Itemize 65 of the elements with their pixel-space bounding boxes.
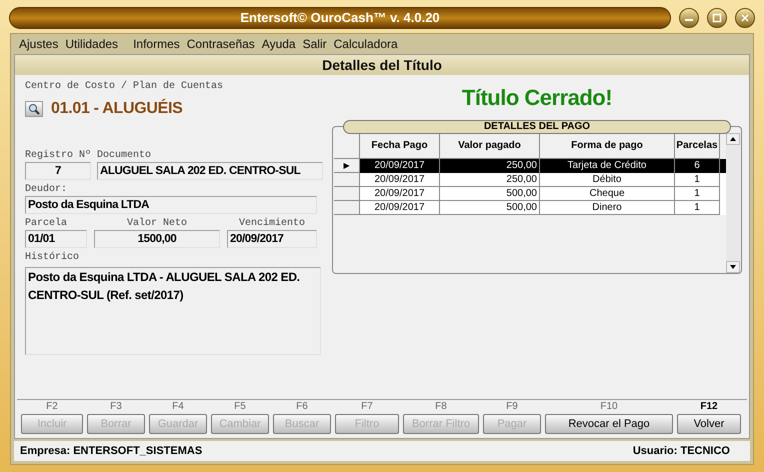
section-header: Detalles del Título — [15, 55, 749, 75]
column-header[interactable]: Parcelas — [675, 133, 720, 159]
field-label: Documento — [97, 149, 152, 162]
shortcut-key: F7 — [361, 400, 373, 414]
shortcut-key: F5 — [234, 400, 246, 414]
table-cell: 500,00 — [440, 201, 540, 215]
documento-field[interactable]: ALUGUEL SALA 202 ED. CENTRO-SUL — [97, 162, 323, 180]
historico-field[interactable]: Posto da Esquina LTDA - ALUGUEL SALA 202 ED. CENTRO-SUL (Ref. set/2017) — [25, 267, 321, 355]
menu-item[interactable]: Ayuda — [262, 35, 296, 53]
table-row[interactable]: 20/09/2017 500,00 Dinero 1 — [334, 201, 726, 215]
action-button[interactable]: Volver — [677, 414, 741, 434]
vencimiento-field[interactable]: 20/09/2017 — [227, 230, 317, 248]
table-cell: 20/09/2017 — [360, 201, 440, 215]
field-label: Valor Neto — [126, 217, 188, 230]
company-label: Empresa: ENTERSOFT_SISTEMAS — [20, 444, 202, 459]
valor-neto-field[interactable]: 1500,00 — [94, 230, 220, 248]
cost-center-label: Centro de Costo / Plan de Cuentas — [25, 80, 224, 94]
status-message: Título Cerrado! — [462, 84, 612, 112]
table-cell: 1 — [675, 201, 720, 215]
row-header[interactable] — [334, 173, 360, 187]
menu-item[interactable]: Calculadora — [334, 35, 398, 53]
field-label: Registro Nº — [25, 149, 91, 162]
menu-item[interactable]: Informes — [133, 35, 180, 53]
deudor-field[interactable]: Posto da Esquina LTDA — [25, 196, 317, 214]
scroll-up-icon[interactable] — [730, 137, 736, 141]
scroll-down-icon[interactable] — [730, 265, 736, 269]
row-indicator: ▶ — [344, 160, 350, 172]
maximize-icon[interactable] — [707, 8, 727, 28]
search-icon[interactable] — [25, 101, 43, 117]
panel-title: DETALLES DEL PAGO — [343, 120, 731, 134]
menu-item[interactable]: Utilidades — [65, 35, 118, 53]
shortcut-key: F9 — [506, 400, 518, 414]
menu-item[interactable]: Contraseñas — [186, 35, 255, 53]
minimize-icon[interactable] — [679, 8, 699, 28]
shortcut-key: F2 — [46, 400, 58, 414]
column-header[interactable]: Valor pagado — [440, 133, 540, 159]
shortcut-key: F12 — [700, 400, 718, 414]
shortcut-key: F4 — [172, 400, 184, 414]
shortcut-key: F10 — [600, 400, 618, 414]
row-header[interactable] — [334, 201, 360, 215]
row-header[interactable]: ▶ — [334, 159, 360, 173]
shortcut-key: F6 — [296, 400, 308, 414]
registro-field[interactable]: 7 — [25, 162, 91, 180]
shortcut-key: F8 — [435, 400, 447, 414]
shortcut-key: F3 — [110, 400, 122, 414]
menu-item[interactable]: Ajustes — [19, 35, 58, 53]
cost-center-value: 01.01 - ALUGUÉIS — [51, 98, 183, 119]
user-label: Usuario: TECNICO — [632, 444, 730, 459]
close-icon[interactable] — [735, 8, 755, 28]
field-label: Histórico — [25, 251, 80, 264]
field-label: Parcela — [25, 217, 68, 230]
column-header[interactable]: Forma de pago — [540, 133, 675, 159]
action-button[interactable]: Revocar el Pago — [545, 414, 673, 434]
table-row[interactable]: 20/09/2017 500,00 Cheque 1 — [334, 187, 726, 201]
table-row[interactable]: 20/09/2017 250,00 Débito 1 — [334, 173, 726, 187]
table-cell: Dinero — [540, 201, 675, 215]
column-header[interactable]: Fecha Pago — [360, 133, 440, 159]
table-row[interactable]: ▶ 20/09/2017 250,00 Tarjeta de Crédito 6 — [334, 159, 726, 173]
menu-item[interactable]: Salir — [302, 35, 327, 53]
window-title: Entersoft© OuroCash™ v. 4.0.20 — [240, 9, 440, 28]
field-label: Deudor: — [25, 183, 68, 196]
scrollbar[interactable] — [726, 133, 740, 273]
row-header[interactable] — [334, 187, 360, 201]
parcela-field[interactable]: 01/01 — [25, 230, 87, 248]
field-label: Vencimiento — [238, 217, 306, 230]
